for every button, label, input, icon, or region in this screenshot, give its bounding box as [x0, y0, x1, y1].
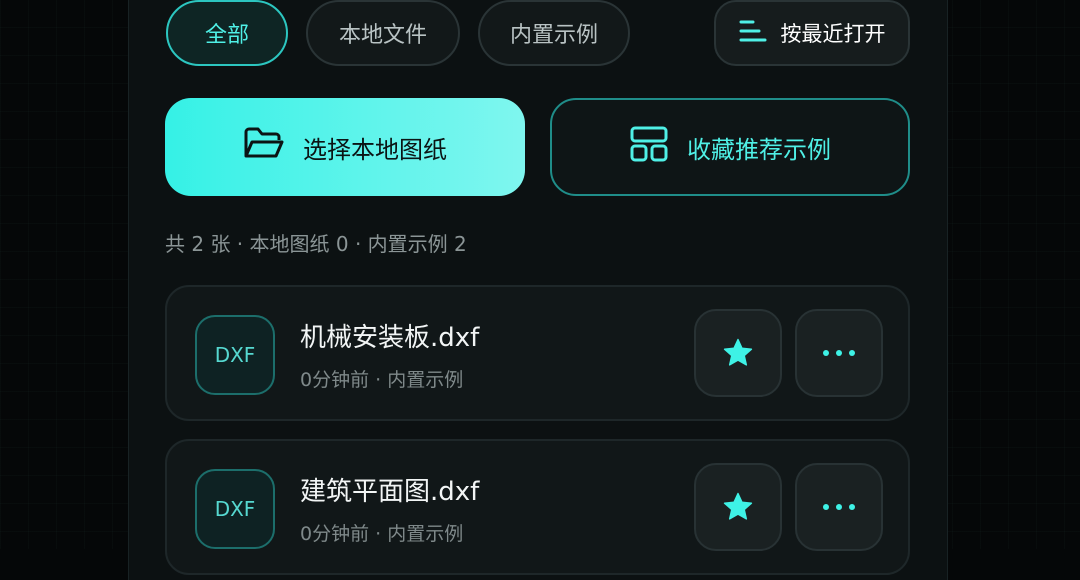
file-type-badge: DXF: [195, 469, 275, 549]
file-meta: 0分钟前 · 内置示例: [300, 523, 464, 545]
file-name: 机械安装板.dxf: [300, 323, 480, 353]
file-meta: 0分钟前 · 内置示例: [300, 369, 464, 391]
favorite-button[interactable]: [694, 463, 782, 551]
sort-label: 按最近打开: [780, 22, 886, 46]
favorite-examples-button[interactable]: 收藏推荐示例: [550, 98, 910, 196]
favorite-button[interactable]: [694, 309, 782, 397]
star-icon: [723, 338, 753, 366]
file-card[interactable]: DXF 机械安装板.dxf 0分钟前 · 内置示例: [165, 285, 910, 421]
select-local-drawing-button[interactable]: 选择本地图纸: [165, 98, 525, 196]
file-card[interactable]: DXF 建筑平面图.dxf 0分钟前 · 内置示例: [165, 439, 910, 575]
star-icon: [723, 492, 753, 520]
folder-open-icon: [243, 126, 285, 168]
more-horizontal-icon: [823, 504, 855, 510]
file-name: 建筑平面图.dxf: [300, 477, 480, 507]
favorite-examples-label: 收藏推荐示例: [687, 135, 831, 164]
filter-all-label: 全部: [204, 23, 249, 48]
more-horizontal-icon: [823, 350, 855, 356]
file-type-badge: DXF: [195, 315, 275, 395]
select-local-label: 选择本地图纸: [303, 135, 447, 164]
filter-all-chip[interactable]: 全部: [166, 0, 288, 66]
filter-local-chip[interactable]: 本地文件: [306, 0, 460, 66]
sort-button[interactable]: 按最近打开: [714, 0, 910, 66]
more-options-button[interactable]: [795, 309, 883, 397]
grid-layout-icon: [629, 125, 669, 169]
more-options-button[interactable]: [795, 463, 883, 551]
filter-builtin-chip[interactable]: 内置示例: [478, 0, 630, 66]
filter-builtin-label: 内置示例: [509, 23, 598, 48]
sort-lines-icon: [739, 19, 767, 48]
filter-local-label: 本地文件: [338, 23, 427, 48]
file-count-summary: 共 2 张 · 本地图纸 0 · 内置示例 2: [165, 232, 467, 256]
